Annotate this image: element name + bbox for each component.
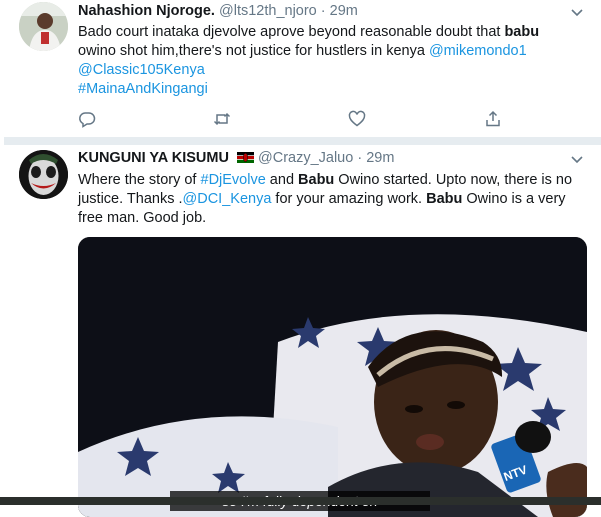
bold-keyword: babu	[504, 24, 540, 40]
display-name[interactable]: Nahashion Njoroge.	[78, 3, 215, 19]
joker-avatar	[19, 150, 68, 199]
timestamp[interactable]: 29m	[366, 150, 394, 166]
bold-keyword: Babu	[298, 172, 335, 188]
tweet-kunguni[interactable]: KUNGUNI YA KISUMU @Crazy_Jaluo · 29m Whe…	[0, 145, 601, 517]
tweet-nahashion[interactable]: Nahashion Njoroge. @lts12th_njoro · 29m …	[0, 0, 601, 138]
reply-icon[interactable]	[78, 110, 96, 128]
text-segment: and	[265, 172, 299, 188]
user-handle[interactable]: @Crazy_Jaluo	[258, 150, 353, 166]
tweet-actions	[78, 110, 508, 128]
user-handle[interactable]: @lts12th_njoro	[219, 3, 317, 19]
chevron-down-icon[interactable]	[569, 151, 585, 167]
tweet-text: Where the story of #DjEvolve and Babu Ow…	[78, 171, 587, 228]
tweet-header: Nahashion Njoroge. @lts12th_njoro · 29m	[78, 3, 358, 19]
text-segment: Bado court inataka djevolve aprove beyon…	[78, 24, 505, 40]
chevron-down-icon[interactable]	[569, 4, 585, 20]
text-segment: owino shot him,there's not justice for h…	[78, 43, 429, 59]
text-segment: for your amazing work.	[271, 191, 427, 207]
mention-link[interactable]: @mikemondo1	[429, 43, 527, 59]
hashtag-link[interactable]: #MainaAndKingangi	[78, 81, 208, 97]
avatar[interactable]	[19, 150, 68, 199]
taskbar-strip	[0, 497, 601, 505]
text-segment: Where the story of	[78, 172, 201, 188]
avatar[interactable]	[19, 2, 68, 51]
kenya-flag-icon	[236, 152, 254, 163]
bold-keyword: Babu	[426, 191, 463, 207]
share-icon[interactable]	[484, 110, 502, 128]
separator: ·	[357, 150, 363, 166]
retweet-icon[interactable]	[213, 110, 231, 128]
embedded-video[interactable]: NTV	[78, 237, 587, 517]
timestamp[interactable]: 29m	[330, 3, 358, 19]
video-frame: NTV	[78, 237, 587, 517]
separator: ·	[320, 3, 326, 19]
hashtag-link[interactable]: #DjEvolve	[201, 172, 266, 188]
tweet-text: Bado court inataka djevolve aprove beyon…	[78, 23, 587, 99]
tweet-divider	[4, 137, 601, 145]
avatar-photo	[19, 2, 68, 51]
display-name[interactable]: KUNGUNI YA KISUMU	[78, 150, 229, 166]
like-icon[interactable]	[348, 110, 366, 128]
tweet-header: KUNGUNI YA KISUMU @Crazy_Jaluo · 29m	[78, 150, 394, 166]
mention-link[interactable]: @Classic105Kenya	[78, 62, 205, 78]
mention-link[interactable]: @DCI_Kenya	[183, 191, 272, 207]
